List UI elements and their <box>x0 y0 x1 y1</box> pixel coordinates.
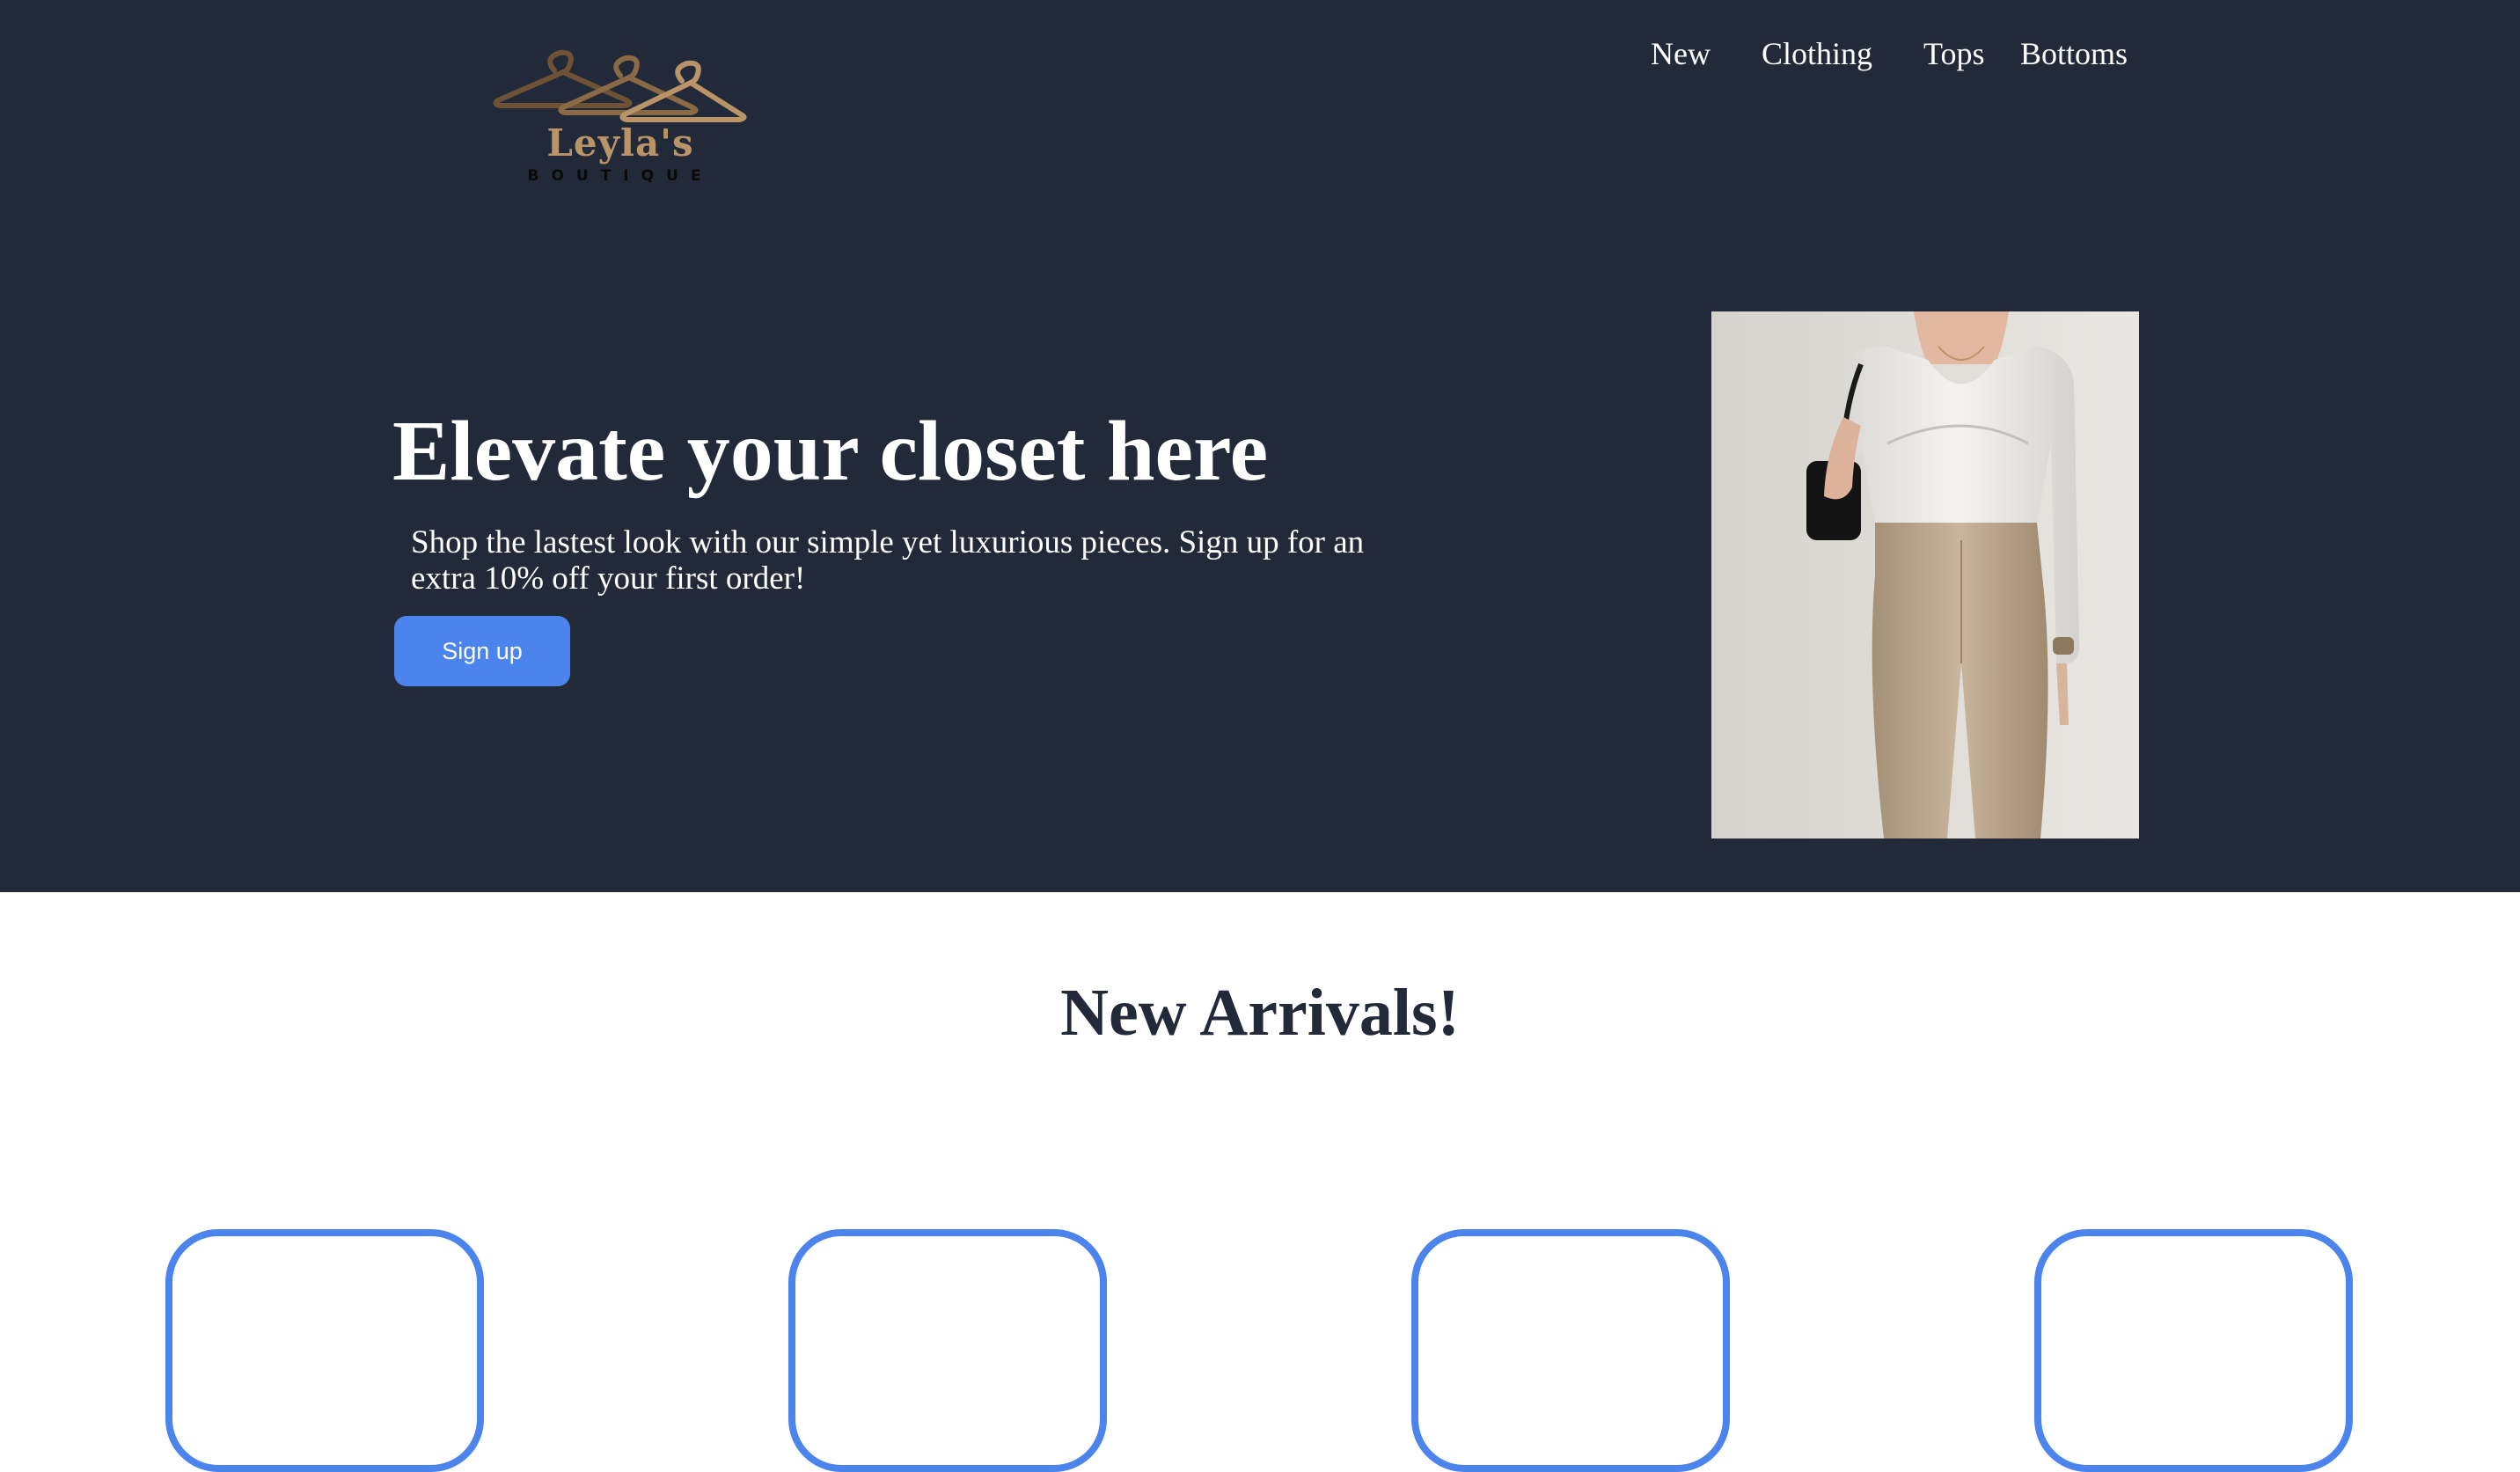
product-card[interactable] <box>165 1229 484 1472</box>
new-arrivals-heading: New Arrivals! <box>1060 976 1460 1050</box>
logo-wordmark: Leyla's <box>546 121 694 165</box>
nav-link-new[interactable]: New <box>1651 35 1711 72</box>
boutique-logo[interactable]: Leyla's BOUTIQUE <box>493 44 748 194</box>
logo-tagline: BOUTIQUE <box>527 167 714 185</box>
product-card[interactable] <box>1411 1229 1730 1472</box>
nav-link-bottoms[interactable]: Bottoms <box>2020 35 2128 72</box>
hero-section: Leyla's BOUTIQUE New Clothing Tops Botto… <box>0 0 2520 892</box>
product-card[interactable] <box>788 1229 1107 1472</box>
hanger-icon <box>493 49 747 122</box>
hero-product-image <box>1711 311 2139 839</box>
hero-subtitle: Shop the lastest look with our simple ye… <box>411 524 1365 597</box>
nav-link-tops[interactable]: Tops <box>1923 35 1985 72</box>
product-card[interactable] <box>2034 1229 2353 1472</box>
nav-link-clothing[interactable]: Clothing <box>1762 35 1872 72</box>
hero-title: Elevate your closet here <box>392 404 1269 499</box>
model-photo-illustration <box>1711 311 2139 839</box>
signup-button[interactable]: Sign up <box>394 616 570 686</box>
